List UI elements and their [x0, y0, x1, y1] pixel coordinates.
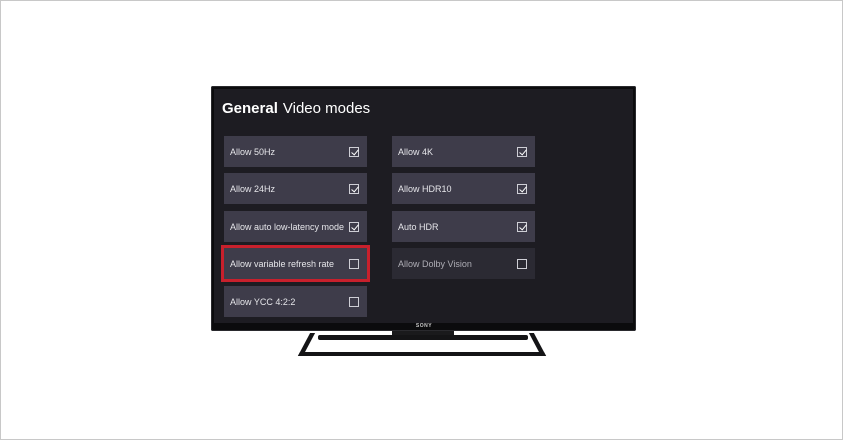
breadcrumb-video-modes: Video modes	[282, 100, 371, 117]
setting-allow-auto-low-latency-mode[interactable]: Allow auto low-latency mode	[224, 211, 367, 242]
checkbox-unchecked[interactable]	[349, 258, 359, 269]
setting-allow-24hz[interactable]: Allow 24Hz	[224, 173, 367, 204]
tv-screen: General Video modes Allow 50Hz Allow 24Hz…	[214, 89, 633, 323]
checkbox-unchecked[interactable]	[517, 258, 527, 269]
setting-label: Allow HDR10	[398, 183, 452, 194]
setting-label: Allow YCC 4:2:2	[230, 296, 296, 307]
tv-stand-base	[306, 352, 542, 356]
setting-label: Allow auto low-latency mode	[230, 221, 345, 232]
setting-allow-50hz[interactable]: Allow 50Hz	[224, 136, 367, 167]
setting-allow-dolby-vision[interactable]: Allow Dolby Vision	[392, 248, 535, 279]
checkbox-checked[interactable]	[517, 146, 527, 157]
checkbox-checked[interactable]	[349, 221, 359, 232]
checkbox-checked[interactable]	[349, 183, 359, 194]
checkbox-checked[interactable]	[517, 221, 527, 232]
setting-label: Auto HDR	[398, 221, 439, 232]
tv-brand-logo: SONY	[415, 323, 433, 329]
checkbox-unchecked[interactable]	[349, 296, 359, 307]
setting-label: Allow 4K	[398, 146, 434, 157]
page-title: General Video modes	[222, 100, 370, 117]
setting-allow-ycc-422[interactable]: Allow YCC 4:2:2	[224, 286, 367, 317]
setting-allow-hdr10[interactable]: Allow HDR10	[392, 173, 535, 204]
setting-label: Allow 24Hz	[230, 183, 276, 194]
breadcrumb-general: General	[222, 100, 278, 117]
setting-label: Allow variable refresh rate	[230, 258, 335, 269]
setting-label: Allow Dolby Vision	[398, 258, 472, 269]
setting-allow-variable-refresh-rate[interactable]: Allow variable refresh rate	[221, 245, 370, 282]
setting-allow-4k[interactable]: Allow 4K	[392, 136, 535, 167]
checkbox-checked[interactable]	[349, 146, 359, 157]
checkbox-checked[interactable]	[517, 183, 527, 194]
tv-stand-bar	[318, 335, 528, 340]
setting-auto-hdr[interactable]: Auto HDR	[392, 211, 535, 242]
setting-label: Allow 50Hz	[230, 146, 276, 157]
